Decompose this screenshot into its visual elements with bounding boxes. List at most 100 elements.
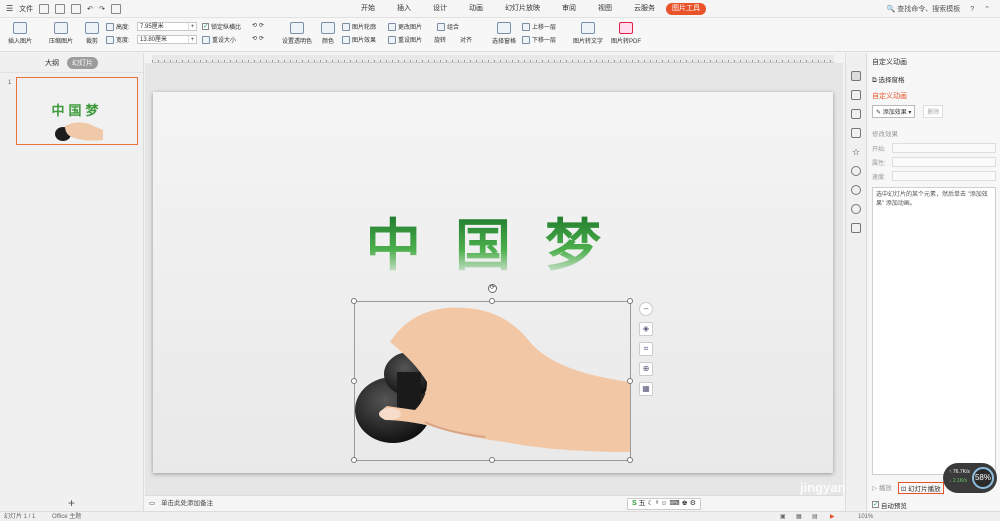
rotate-button[interactable]: 旋转	[434, 35, 446, 44]
color-button[interactable]: 颜色	[318, 22, 338, 45]
net-speed-widget[interactable]: ↑ 76.7K/s ↓ 2.1K/s 58%	[943, 463, 997, 493]
flip-v-icon[interactable]: ⟳	[259, 35, 264, 42]
start-field[interactable]: 开始:	[868, 141, 1000, 155]
minimize-ribbon-icon[interactable]: ⌃	[984, 5, 990, 13]
tab-8[interactable]: 图片工具	[666, 2, 706, 15]
star-icon[interactable]: ☆	[851, 147, 861, 157]
ime-toolbar[interactable]: S 五 ☾ ᵒ ☺ ⌨ ♚ ⚙	[627, 498, 702, 510]
tab-3[interactable]: 动画	[458, 0, 494, 18]
property-field[interactable]: 属性:	[868, 155, 1000, 169]
slide-thumbnail[interactable]: 中国梦	[16, 77, 138, 145]
rotate-left-icon[interactable]: ⟲	[252, 22, 257, 29]
shape-icon[interactable]	[851, 109, 861, 119]
tab-outline[interactable]: 大纲	[45, 58, 59, 68]
height-spinner[interactable]: 7.95厘米 +	[137, 22, 197, 31]
preview-icon[interactable]	[71, 3, 82, 14]
view-reading-icon[interactable]: ▤	[812, 512, 818, 521]
print-icon[interactable]	[55, 3, 66, 14]
resize-handle-r[interactable]	[627, 378, 633, 384]
lock-ratio-checkbox[interactable]: 锁定纵横比	[202, 22, 241, 31]
lock-ratio-check[interactable]	[202, 22, 209, 30]
resize-handle-t[interactable]	[489, 298, 495, 304]
save-icon[interactable]	[39, 3, 50, 14]
animation-list[interactable]: 选中幻灯片的某个元素，然后单击 "添加效果" 添加动画。	[872, 187, 996, 475]
resize-handle-tl[interactable]	[351, 298, 357, 304]
help-icon[interactable]: ?	[970, 6, 974, 13]
combine-button[interactable]: 组合	[437, 22, 459, 31]
zoom-icon[interactable]: ⊕	[639, 362, 653, 376]
add-slide-button[interactable]: +	[68, 496, 75, 510]
resize-handle-bl[interactable]	[351, 457, 357, 463]
tab-4[interactable]: 幻灯片放映	[494, 0, 551, 18]
rotate-tools-top[interactable]: ⟲ ⟳	[252, 22, 264, 29]
autopreview-checkbox[interactable]	[872, 500, 879, 508]
rotate-right-icon[interactable]: ⟳	[259, 22, 264, 29]
resize-handle-tr[interactable]	[627, 298, 633, 304]
view-normal-icon[interactable]: ▣	[780, 512, 786, 521]
crop-icon[interactable]: ⌗	[639, 342, 653, 356]
file-menu[interactable]: 文件	[19, 4, 33, 14]
reset-size-button[interactable]: 重设大小	[202, 35, 236, 44]
picture-to-pdf-button[interactable]: 图片转PDF	[609, 22, 643, 45]
tab-2[interactable]: 设计	[422, 0, 458, 18]
selection-pane-button[interactable]: 选择窗格	[490, 22, 518, 45]
zoom-level[interactable]: 101%	[858, 512, 873, 521]
history-icon[interactable]	[851, 185, 861, 195]
play-button[interactable]: ▷ 播放	[872, 482, 892, 494]
redo-icon[interactable]: ↷	[99, 5, 105, 13]
send-backward-button[interactable]: 下移一层	[522, 35, 556, 44]
property-icon[interactable]	[851, 90, 861, 100]
autopreview-row[interactable]: 自动预览	[868, 497, 1000, 513]
picture-outline-button[interactable]: 图片轮廓	[342, 22, 376, 31]
delete-effect-button[interactable]: 删除	[923, 105, 944, 118]
tab-1[interactable]: 插入	[386, 0, 422, 18]
slideshow-play-icon[interactable]: ▶	[830, 512, 835, 521]
speed-field[interactable]: 速度:	[868, 169, 1000, 183]
tab-0[interactable]: 开始	[350, 0, 386, 18]
tab-5[interactable]: 审阅	[551, 0, 587, 18]
reset-picture-button[interactable]: 重设图片	[388, 35, 422, 44]
speed-select[interactable]	[892, 171, 996, 181]
undo-icon[interactable]: ↶	[87, 5, 93, 13]
collapse-icon[interactable]: –	[639, 302, 653, 316]
resize-handle-l[interactable]	[351, 378, 357, 384]
format-painter-icon[interactable]	[110, 3, 121, 14]
layers-icon[interactable]: ◈	[639, 322, 653, 336]
selected-picture[interactable]: ⟳	[351, 284, 633, 463]
panel-title[interactable]: 自定义动画	[868, 53, 1000, 71]
share-icon[interactable]	[851, 166, 861, 176]
width-increase[interactable]: +	[188, 36, 196, 43]
slide-title[interactable]: 中国梦	[370, 210, 630, 300]
picture-effect-button[interactable]: 图片效果	[342, 35, 376, 44]
view-sorter-icon[interactable]: ▦	[796, 512, 802, 521]
slideshow-button[interactable]: ⊡ 幻灯片播放	[897, 482, 944, 494]
resize-handle-br[interactable]	[627, 457, 633, 463]
rotate-tools-bottom[interactable]: ⟲ ⟳	[252, 35, 264, 42]
help-circle-icon[interactable]	[851, 204, 861, 214]
compress-picture-button[interactable]: 压缩图片	[45, 22, 77, 45]
crop-button[interactable]: 裁剪	[82, 22, 102, 45]
property-select[interactable]	[892, 157, 996, 167]
tab-6[interactable]: 视图	[587, 0, 623, 18]
adjust-icon[interactable]	[851, 128, 861, 138]
selection-pane-link[interactable]: ⧉ 选择窗格	[868, 71, 1000, 88]
picture-to-text-button[interactable]: 图片转文字	[571, 22, 605, 45]
apps-icon[interactable]	[851, 223, 861, 233]
search-command[interactable]: 🔍 查找命令、搜索模板	[887, 4, 961, 14]
rotate-handle-icon[interactable]: ⟳	[488, 284, 497, 293]
picture-effects-icon[interactable]: ▦	[639, 382, 653, 396]
width-spinner[interactable]: 13.80厘米 +	[137, 35, 197, 44]
tab-7[interactable]: 云服务	[623, 0, 666, 18]
notes-bar[interactable]: ▭ 单击此处添加备注 S 五 ☾ ᵒ ☺ ⌨ ♚ ⚙	[145, 495, 843, 511]
tab-slides[interactable]: 幻灯片	[67, 56, 98, 69]
change-picture-button[interactable]: 更改图片	[388, 22, 422, 31]
bring-forward-button[interactable]: 上移一层	[522, 22, 556, 31]
set-transparent-button[interactable]: 设置透明色	[280, 22, 314, 45]
add-effect-button[interactable]: ✎ 添加效果 ▾	[872, 105, 916, 118]
align-button[interactable]: 对齐	[460, 35, 472, 44]
flip-h-icon[interactable]: ⟲	[252, 35, 257, 42]
insert-picture-button[interactable]: 插入图片	[5, 22, 35, 45]
start-select[interactable]	[892, 143, 996, 153]
resize-handle-b[interactable]	[489, 457, 495, 463]
menu-icon[interactable]: ☰	[6, 4, 13, 13]
